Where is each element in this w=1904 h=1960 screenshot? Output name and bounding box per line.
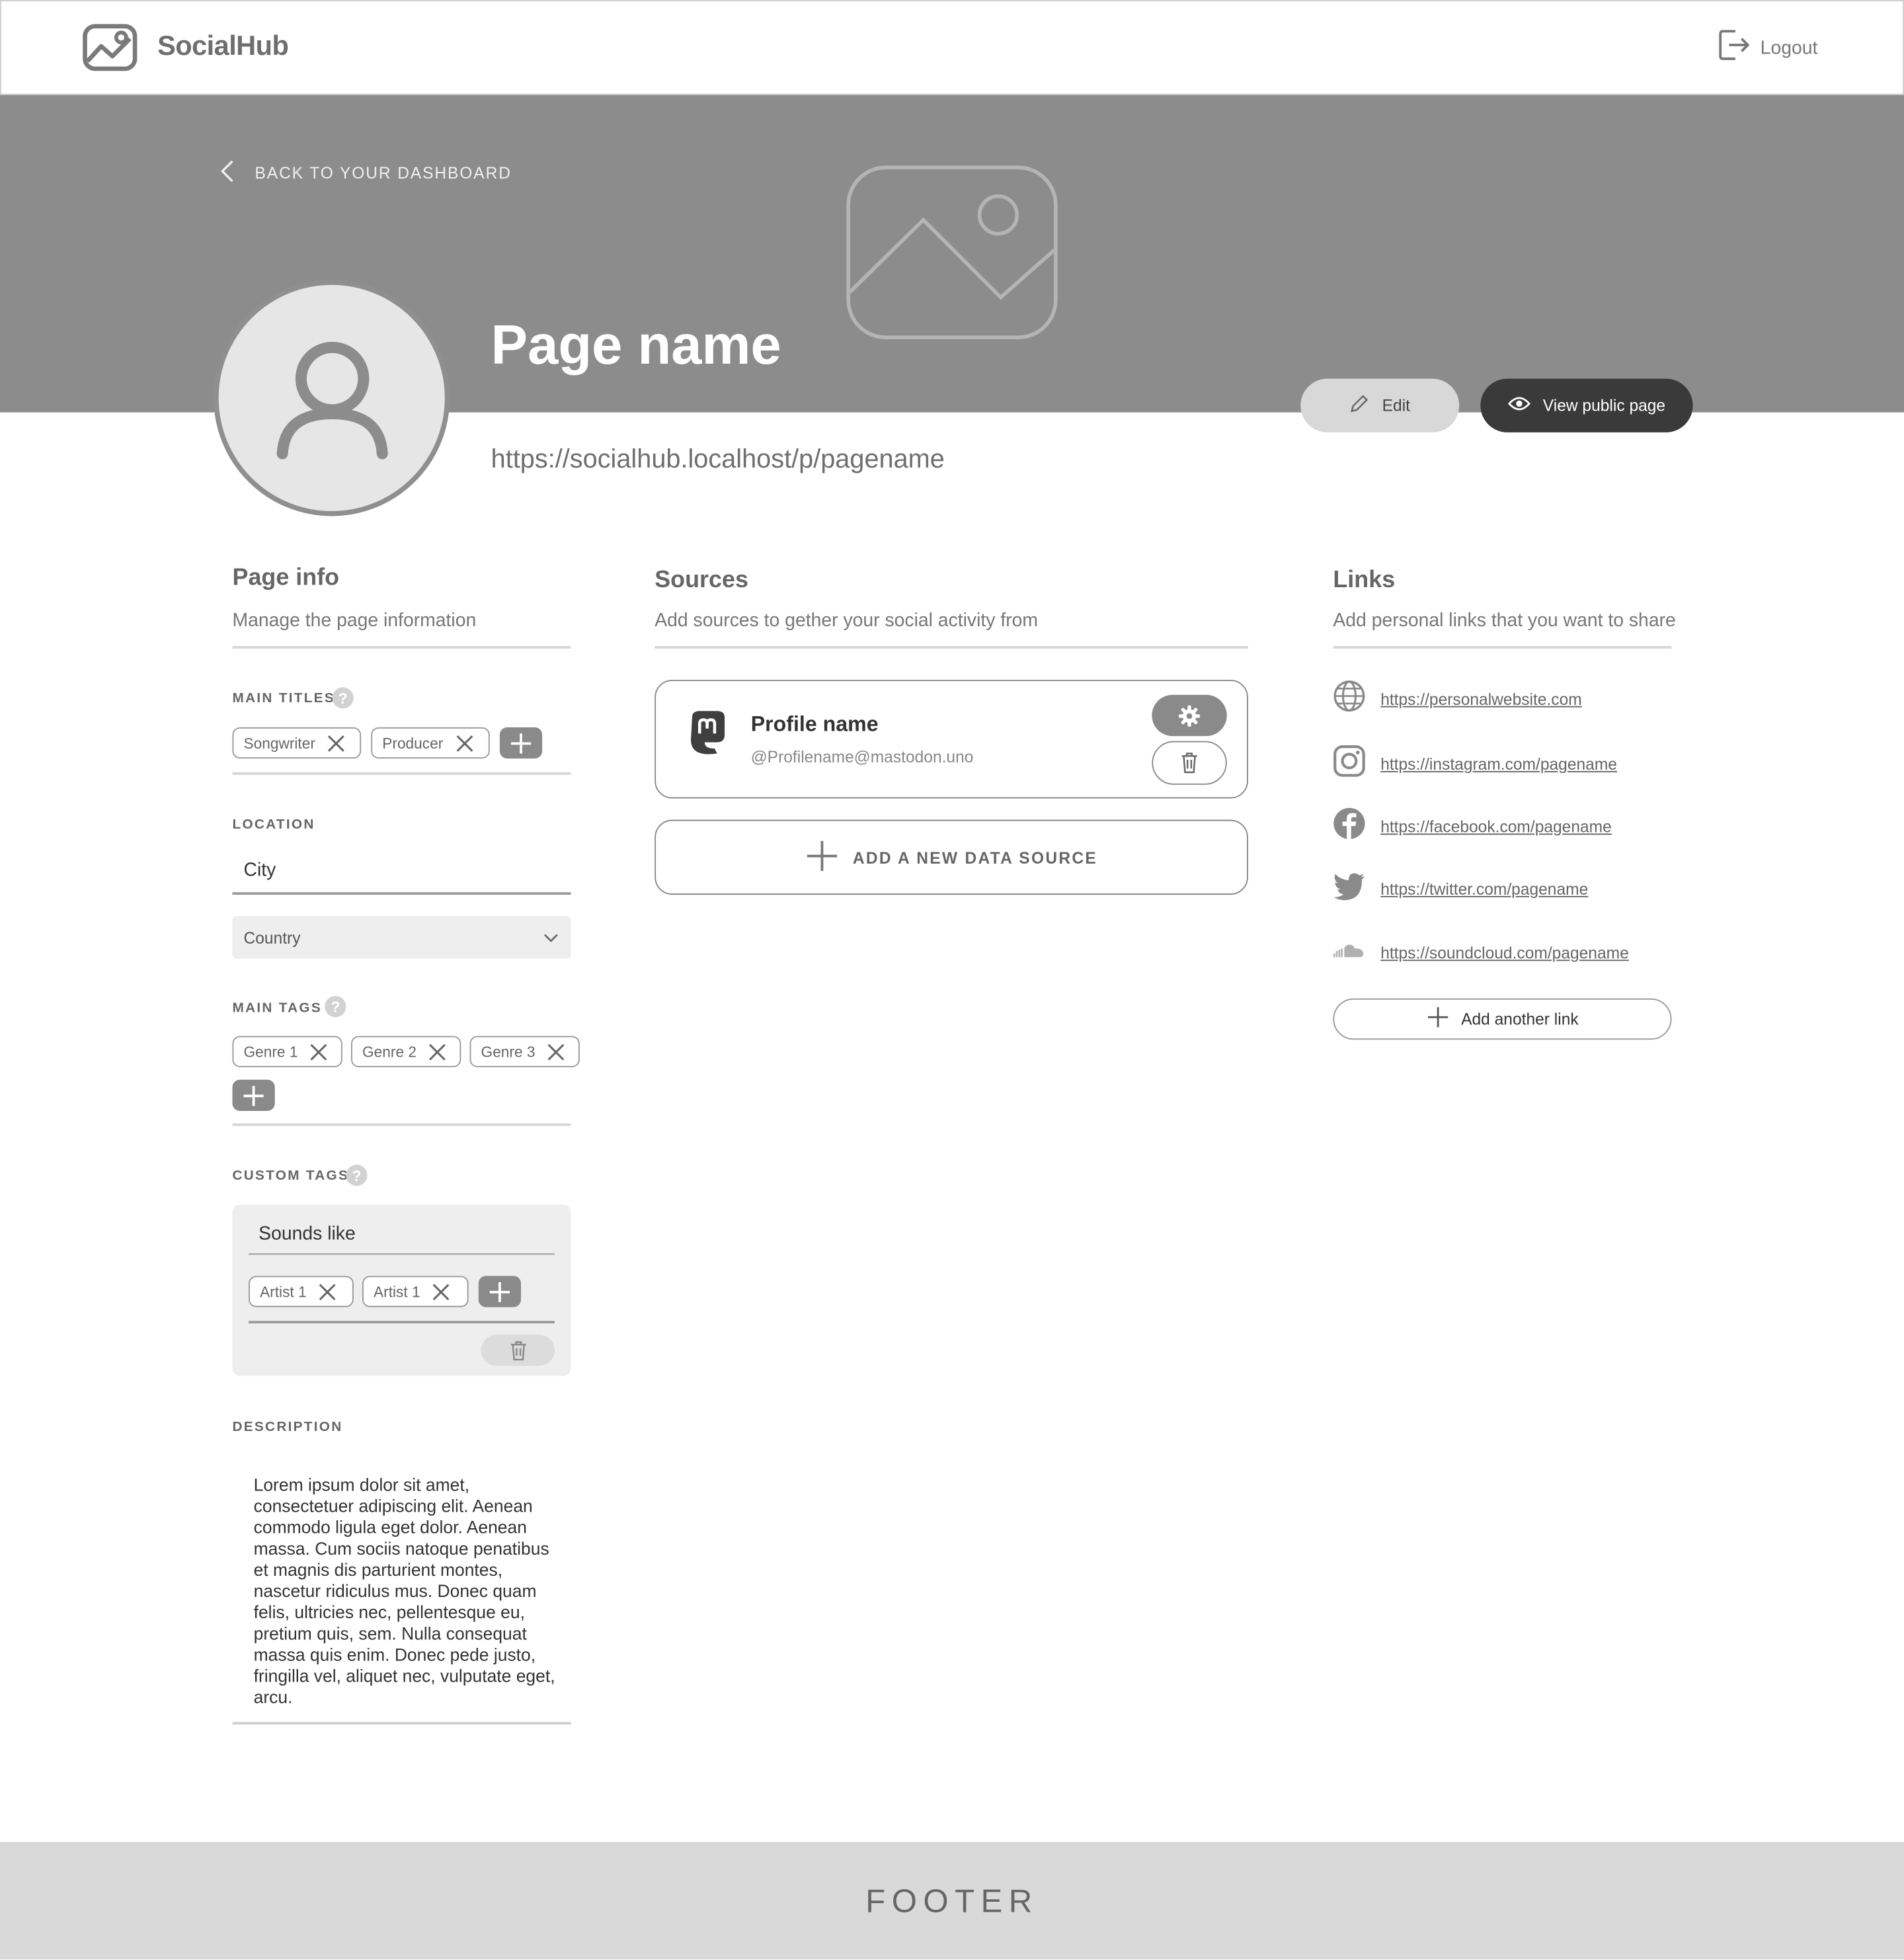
view-label: View public page — [1542, 396, 1666, 415]
trash-icon — [510, 1340, 526, 1360]
divider — [232, 646, 571, 649]
logo-icon[interactable] — [83, 24, 138, 77]
custom-tag-chip: Artist 1 — [362, 1276, 469, 1307]
chevron-down-icon — [543, 928, 559, 946]
link-item: https://instagram.com/pagename — [1333, 745, 1617, 784]
cover-image-placeholder-icon[interactable] — [846, 165, 1058, 346]
plus-icon — [1426, 1006, 1448, 1032]
plus-icon — [805, 839, 838, 876]
twitter-icon — [1333, 871, 1365, 907]
help-icon[interactable]: ? — [332, 687, 354, 709]
source-delete-button[interactable] — [1152, 741, 1227, 785]
location-label: LOCATION — [232, 817, 315, 833]
add-link-label: Add another link — [1461, 1009, 1579, 1029]
logout-button[interactable]: Logout — [1718, 30, 1817, 65]
instagram-icon — [1333, 745, 1365, 784]
chevron-left-icon — [220, 160, 235, 186]
eye-icon — [1507, 396, 1530, 415]
title-chip: Songwriter — [232, 727, 362, 759]
custom-tag-chip: Artist 1 — [249, 1276, 354, 1307]
gear-icon — [1178, 704, 1201, 726]
close-icon[interactable] — [429, 1043, 446, 1060]
description-label: DESCRIPTION — [232, 1419, 343, 1435]
close-icon[interactable] — [456, 734, 473, 751]
link-item: https://soundcloud.com/pagename — [1333, 935, 1629, 971]
pencil-icon — [1350, 393, 1370, 417]
page-info-subtitle: Manage the page information — [232, 610, 477, 632]
footer-label: FOOTER — [865, 1881, 1039, 1919]
divider — [1333, 646, 1672, 649]
footer: FOOTER — [0, 1842, 1904, 1960]
main-titles-label: MAIN TITLES — [232, 691, 335, 706]
back-label: BACK TO YOUR DASHBOARD — [255, 163, 512, 183]
divider — [232, 1123, 571, 1126]
sources-subtitle: Add sources to gether your social activi… — [654, 610, 1039, 632]
description-textarea[interactable]: Lorem ipsum dolor sit amet, consectetuer… — [232, 1455, 571, 1725]
country-select[interactable]: Country — [232, 916, 571, 959]
close-icon[interactable] — [433, 1283, 450, 1300]
add-data-source-button[interactable]: ADD A NEW DATA SOURCE — [654, 819, 1248, 895]
edit-label: Edit — [1382, 396, 1410, 415]
delete-custom-group-button[interactable] — [481, 1334, 555, 1366]
add-source-label: ADD A NEW DATA SOURCE — [852, 848, 1098, 867]
link-url[interactable]: https://twitter.com/pagename — [1380, 879, 1588, 898]
close-icon[interactable] — [328, 734, 345, 751]
source-card — [654, 680, 1248, 799]
add-title-button[interactable] — [499, 727, 543, 759]
title-chip: Producer — [371, 727, 490, 759]
logout-label: Logout — [1760, 36, 1818, 58]
add-custom-tag-button[interactable] — [478, 1276, 522, 1307]
divider — [232, 772, 571, 775]
sources-title: Sources — [654, 567, 748, 594]
link-url[interactable]: https://soundcloud.com/pagename — [1380, 944, 1629, 962]
view-public-page-button[interactable]: View public page — [1480, 378, 1693, 432]
add-tag-button[interactable] — [232, 1079, 275, 1112]
main-tags-label: MAIN TAGS — [232, 1000, 322, 1016]
close-icon[interactable] — [310, 1043, 327, 1060]
close-icon[interactable] — [319, 1283, 337, 1300]
close-icon[interactable] — [547, 1043, 565, 1060]
page-url[interactable]: https://socialhub.localhost/p/pagename — [491, 445, 945, 475]
soundcloud-icon — [1333, 935, 1365, 971]
source-profile-name: Profile name — [750, 712, 879, 737]
link-item: https://twitter.com/pagename — [1333, 871, 1588, 907]
globe-icon — [1333, 680, 1365, 719]
description-text: Lorem ipsum dolor sit amet, consectetuer… — [253, 1474, 555, 1707]
tag-chip: Genre 1 — [232, 1036, 342, 1067]
link-item: https://facebook.com/pagename — [1333, 807, 1612, 846]
plus-icon — [489, 1281, 510, 1302]
mastodon-icon — [687, 710, 729, 763]
tag-chip: Genre 2 — [351, 1036, 461, 1067]
link-url[interactable]: https://instagram.com/pagename — [1380, 755, 1617, 773]
plus-icon — [510, 733, 532, 753]
source-settings-button[interactable] — [1152, 694, 1227, 737]
tag-chip: Genre 3 — [469, 1036, 580, 1067]
link-url[interactable]: https://personalwebsite.com — [1380, 690, 1582, 708]
divider — [249, 1321, 555, 1323]
back-to-dashboard-link[interactable]: BACK TO YOUR DASHBOARD — [220, 160, 512, 186]
source-handle: @Profilename@mastodon.uno — [750, 747, 974, 766]
link-url[interactable]: https://facebook.com/pagename — [1380, 817, 1612, 836]
edit-button[interactable]: Edit — [1300, 378, 1460, 432]
custom-tags-label: CUSTOM TAGS — [232, 1168, 350, 1184]
link-item: https://personalwebsite.com — [1333, 680, 1582, 719]
links-title: Links — [1333, 567, 1396, 594]
divider — [654, 646, 1248, 649]
user-icon — [276, 341, 387, 459]
city-input[interactable]: City — [232, 860, 571, 895]
page-info-title: Page info — [232, 565, 340, 591]
links-subtitle: Add personal links that you want to shar… — [1333, 610, 1676, 632]
custom-group-name-input[interactable]: Sounds like — [249, 1223, 555, 1255]
logout-icon — [1718, 28, 1750, 67]
facebook-icon — [1333, 807, 1365, 846]
avatar[interactable] — [214, 280, 450, 516]
brand-name[interactable]: SocialHub — [157, 30, 289, 62]
add-another-link-button[interactable]: Add another link — [1333, 998, 1672, 1040]
help-icon[interactable]: ? — [325, 996, 346, 1018]
plus-icon — [243, 1085, 264, 1106]
help-icon[interactable]: ? — [346, 1164, 368, 1186]
trash-icon — [1181, 753, 1197, 774]
page-title: Page name — [491, 315, 781, 376]
